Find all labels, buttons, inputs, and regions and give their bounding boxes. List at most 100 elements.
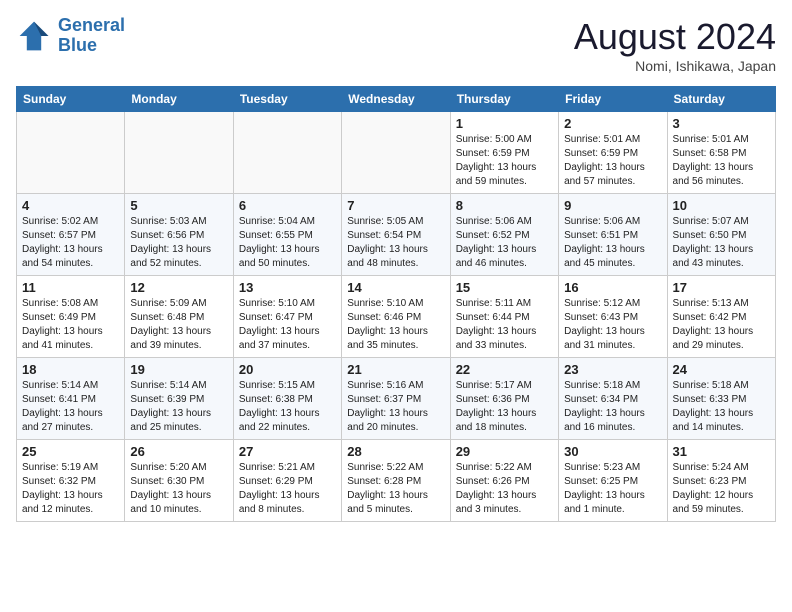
day-number: 6 [239, 198, 336, 213]
day-number: 1 [456, 116, 553, 131]
day-number: 13 [239, 280, 336, 295]
day-info: Sunrise: 5:18 AM Sunset: 6:34 PM Dayligh… [564, 379, 661, 435]
day-info: Sunrise: 5:01 AM Sunset: 6:59 PM Dayligh… [564, 133, 661, 189]
calendar-cell: 27 Sunrise: 5:21 AM Sunset: 6:29 PM Dayli… [233, 440, 341, 522]
day-info: Sunrise: 5:02 AM Sunset: 6:57 PM Dayligh… [22, 215, 119, 271]
calendar-cell [125, 112, 233, 194]
calendar-cell: 29 Sunrise: 5:22 AM Sunset: 6:26 PM Dayli… [450, 440, 558, 522]
calendar-cell: 10 Sunrise: 5:07 AM Sunset: 6:50 PM Dayli… [667, 194, 775, 276]
day-number: 28 [347, 444, 444, 459]
weekday-header-row: SundayMondayTuesdayWednesdayThursdayFrid… [17, 87, 776, 112]
calendar-cell: 22 Sunrise: 5:17 AM Sunset: 6:36 PM Dayli… [450, 358, 558, 440]
day-info: Sunrise: 5:14 AM Sunset: 6:39 PM Dayligh… [130, 379, 227, 435]
calendar-week-1: 1 Sunrise: 5:00 AM Sunset: 6:59 PM Daylig… [17, 112, 776, 194]
calendar-cell [17, 112, 125, 194]
logo-icon [16, 18, 52, 54]
day-number: 17 [673, 280, 770, 295]
day-number: 2 [564, 116, 661, 131]
weekday-header-friday: Friday [559, 87, 667, 112]
weekday-header-tuesday: Tuesday [233, 87, 341, 112]
day-number: 18 [22, 362, 119, 377]
calendar-cell: 18 Sunrise: 5:14 AM Sunset: 6:41 PM Dayli… [17, 358, 125, 440]
calendar-cell: 16Sunrise: 5:12 AM Sunset: 6:43 PM Dayli… [559, 276, 667, 358]
calendar-cell: 11 Sunrise: 5:08 AM Sunset: 6:49 PM Dayli… [17, 276, 125, 358]
logo-line2: Blue [58, 35, 97, 55]
day-info: Sunrise: 5:23 AM Sunset: 6:25 PM Dayligh… [564, 461, 661, 517]
title-block: August 2024 Nomi, Ishikawa, Japan [574, 16, 776, 74]
day-number: 27 [239, 444, 336, 459]
day-number: 24 [673, 362, 770, 377]
day-info: Sunrise: 5:11 AM Sunset: 6:44 PM Dayligh… [456, 297, 553, 353]
day-info: Sunrise: 5:20 AM Sunset: 6:30 PM Dayligh… [130, 461, 227, 517]
day-number: 7 [347, 198, 444, 213]
calendar-cell: 1 Sunrise: 5:00 AM Sunset: 6:59 PM Daylig… [450, 112, 558, 194]
day-number: 19 [130, 362, 227, 377]
day-number: 31 [673, 444, 770, 459]
day-number: 30 [564, 444, 661, 459]
day-info: Sunrise: 5:13 AM Sunset: 6:42 PM Dayligh… [673, 297, 770, 353]
calendar-cell: 24 Sunrise: 5:18 AM Sunset: 6:33 PM Dayli… [667, 358, 775, 440]
day-info: Sunrise: 5:08 AM Sunset: 6:49 PM Dayligh… [22, 297, 119, 353]
day-info: Sunrise: 5:14 AM Sunset: 6:41 PM Dayligh… [22, 379, 119, 435]
calendar-cell: 8 Sunrise: 5:06 AM Sunset: 6:52 PM Daylig… [450, 194, 558, 276]
page-header: General Blue August 2024 Nomi, Ishikawa,… [16, 16, 776, 74]
day-info: Sunrise: 5:01 AM Sunset: 6:58 PM Dayligh… [673, 133, 770, 189]
calendar-cell: 31 Sunrise: 5:24 AM Sunset: 6:23 PM Dayli… [667, 440, 775, 522]
day-number: 25 [22, 444, 119, 459]
day-number: 21 [347, 362, 444, 377]
day-info: Sunrise: 5:22 AM Sunset: 6:26 PM Dayligh… [456, 461, 553, 517]
day-number: 4 [22, 198, 119, 213]
calendar-cell: 12Sunrise: 5:09 AM Sunset: 6:48 PM Dayli… [125, 276, 233, 358]
calendar-cell: 14 Sunrise: 5:10 AM Sunset: 6:46 PM Dayli… [342, 276, 450, 358]
weekday-header-wednesday: Wednesday [342, 87, 450, 112]
month-title: August 2024 [574, 16, 776, 58]
weekday-header-monday: Monday [125, 87, 233, 112]
calendar-week-5: 25 Sunrise: 5:19 AM Sunset: 6:32 PM Dayli… [17, 440, 776, 522]
day-info: Sunrise: 5:06 AM Sunset: 6:52 PM Dayligh… [456, 215, 553, 271]
day-number: 23 [564, 362, 661, 377]
day-number: 10 [673, 198, 770, 213]
calendar-cell [233, 112, 341, 194]
day-number: 22 [456, 362, 553, 377]
calendar-week-2: 4 Sunrise: 5:02 AM Sunset: 6:57 PM Daylig… [17, 194, 776, 276]
day-number: 11 [22, 280, 119, 295]
calendar-cell: 7Sunrise: 5:05 AM Sunset: 6:54 PM Daylig… [342, 194, 450, 276]
calendar-cell [342, 112, 450, 194]
calendar-cell: 4 Sunrise: 5:02 AM Sunset: 6:57 PM Daylig… [17, 194, 125, 276]
day-number: 20 [239, 362, 336, 377]
calendar-cell: 26 Sunrise: 5:20 AM Sunset: 6:30 PM Dayli… [125, 440, 233, 522]
day-info: Sunrise: 5:17 AM Sunset: 6:36 PM Dayligh… [456, 379, 553, 435]
day-number: 9 [564, 198, 661, 213]
calendar-cell: 28Sunrise: 5:22 AM Sunset: 6:28 PM Dayli… [342, 440, 450, 522]
logo-line1: General [58, 15, 125, 35]
calendar-cell: 5Sunrise: 5:03 AM Sunset: 6:56 PM Daylig… [125, 194, 233, 276]
day-info: Sunrise: 5:04 AM Sunset: 6:55 PM Dayligh… [239, 215, 336, 271]
day-info: Sunrise: 5:03 AM Sunset: 6:56 PM Dayligh… [130, 215, 227, 271]
day-number: 15 [456, 280, 553, 295]
calendar-table: SundayMondayTuesdayWednesdayThursdayFrid… [16, 86, 776, 522]
day-info: Sunrise: 5:07 AM Sunset: 6:50 PM Dayligh… [673, 215, 770, 271]
calendar-cell: 30 Sunrise: 5:23 AM Sunset: 6:25 PM Dayli… [559, 440, 667, 522]
day-info: Sunrise: 5:18 AM Sunset: 6:33 PM Dayligh… [673, 379, 770, 435]
weekday-header-saturday: Saturday [667, 87, 775, 112]
day-info: Sunrise: 5:21 AM Sunset: 6:29 PM Dayligh… [239, 461, 336, 517]
day-number: 29 [456, 444, 553, 459]
calendar-cell: 21 Sunrise: 5:16 AM Sunset: 6:37 PM Dayli… [342, 358, 450, 440]
calendar-cell: 9Sunrise: 5:06 AM Sunset: 6:51 PM Daylig… [559, 194, 667, 276]
day-info: Sunrise: 5:16 AM Sunset: 6:37 PM Dayligh… [347, 379, 444, 435]
calendar-cell: 2 Sunrise: 5:01 AM Sunset: 6:59 PM Daylig… [559, 112, 667, 194]
day-info: Sunrise: 5:10 AM Sunset: 6:46 PM Dayligh… [347, 297, 444, 353]
day-info: Sunrise: 5:24 AM Sunset: 6:23 PM Dayligh… [673, 461, 770, 517]
day-info: Sunrise: 5:00 AM Sunset: 6:59 PM Dayligh… [456, 133, 553, 189]
calendar-cell: 17 Sunrise: 5:13 AM Sunset: 6:42 PM Dayli… [667, 276, 775, 358]
day-info: Sunrise: 5:19 AM Sunset: 6:32 PM Dayligh… [22, 461, 119, 517]
day-number: 8 [456, 198, 553, 213]
day-number: 14 [347, 280, 444, 295]
calendar-week-3: 11 Sunrise: 5:08 AM Sunset: 6:49 PM Dayli… [17, 276, 776, 358]
calendar-cell: 15 Sunrise: 5:11 AM Sunset: 6:44 PM Dayli… [450, 276, 558, 358]
calendar-cell: 13Sunrise: 5:10 AM Sunset: 6:47 PM Dayli… [233, 276, 341, 358]
logo: General Blue [16, 16, 125, 56]
day-number: 26 [130, 444, 227, 459]
day-info: Sunrise: 5:12 AM Sunset: 6:43 PM Dayligh… [564, 297, 661, 353]
weekday-header-sunday: Sunday [17, 87, 125, 112]
